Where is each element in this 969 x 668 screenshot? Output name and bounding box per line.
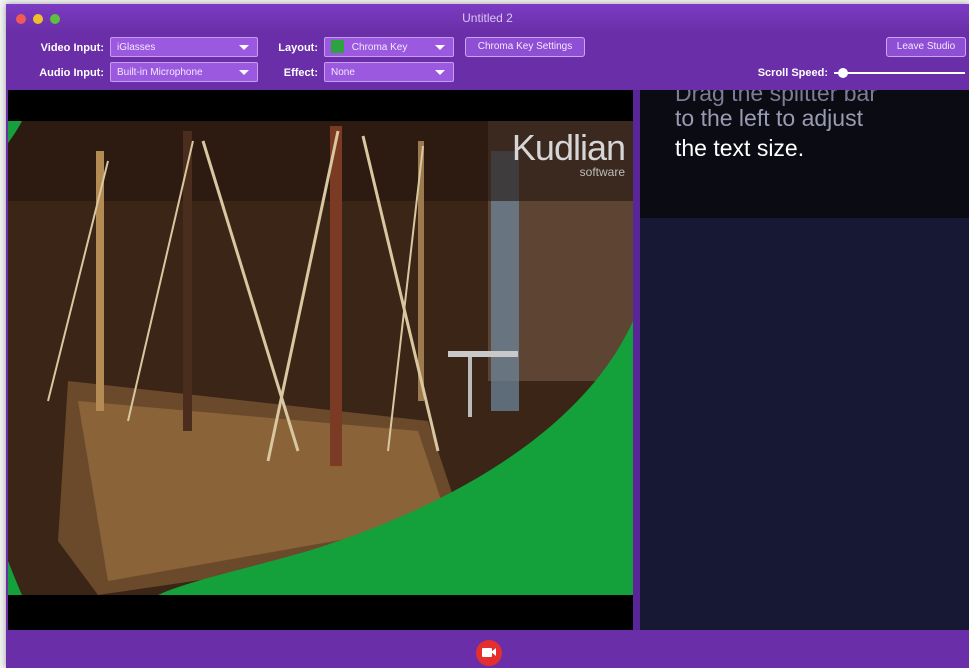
audio-input-select[interactable]: Built-in Microphone <box>110 62 258 82</box>
app-window: Untitled 2 Video Input: iGlasses Layout:… <box>6 4 969 668</box>
kudlian-watermark: Kudlian software <box>511 127 626 179</box>
chevron-down-icon <box>239 70 249 75</box>
effect-select[interactable]: None <box>324 62 454 82</box>
screen: Untitled 2 Video Input: iGlasses Layout:… <box>0 0 969 668</box>
watermark-brand: Kudlian <box>511 127 626 168</box>
layout-label: Layout: <box>278 42 318 54</box>
scroll-speed-slider[interactable] <box>834 72 965 74</box>
window-title: Untitled 2 <box>462 11 513 25</box>
effect-label: Effect: <box>283 67 318 79</box>
record-video-lens-icon <box>491 648 496 656</box>
layout-select[interactable]: Chroma Key <box>324 37 454 57</box>
scroll-speed-knob[interactable] <box>838 68 849 78</box>
ship-scene-image <box>8 121 633 595</box>
chroma-key-swatch-icon <box>331 39 344 53</box>
audio-input-label: Audio Input: <box>39 67 104 79</box>
prompter-line: to the left to adjust <box>675 105 863 131</box>
scroll-speed-label: Scroll Speed: <box>757 67 828 79</box>
chevron-down-icon <box>435 70 445 75</box>
splitter-bar[interactable] <box>633 90 640 630</box>
prompter-panel: Drag the splitter bar to the left to adj… <box>640 90 969 630</box>
audio-input-value: Built-in Microphone <box>117 67 203 78</box>
video-input-value: iGlasses <box>117 42 156 53</box>
video-preview: Kudlian software <box>8 90 633 630</box>
bottom-bar <box>6 630 969 668</box>
camera-feed: Kudlian software <box>8 121 633 595</box>
effect-value: None <box>331 67 355 78</box>
leave-studio-button[interactable]: Leave Studio <box>886 37 966 57</box>
chevron-down-icon <box>239 45 249 50</box>
chevron-down-icon <box>435 45 445 50</box>
title-bar: Untitled 2 <box>6 4 969 32</box>
video-input-select[interactable]: iGlasses <box>110 37 258 57</box>
prompter-line: the text size. <box>675 135 805 161</box>
video-input-label: Video Input: <box>40 42 104 54</box>
record-button[interactable] <box>476 640 502 666</box>
layout-value: Chroma Key <box>351 42 408 53</box>
chroma-key-settings-button[interactable]: Chroma Key Settings <box>465 37 585 57</box>
